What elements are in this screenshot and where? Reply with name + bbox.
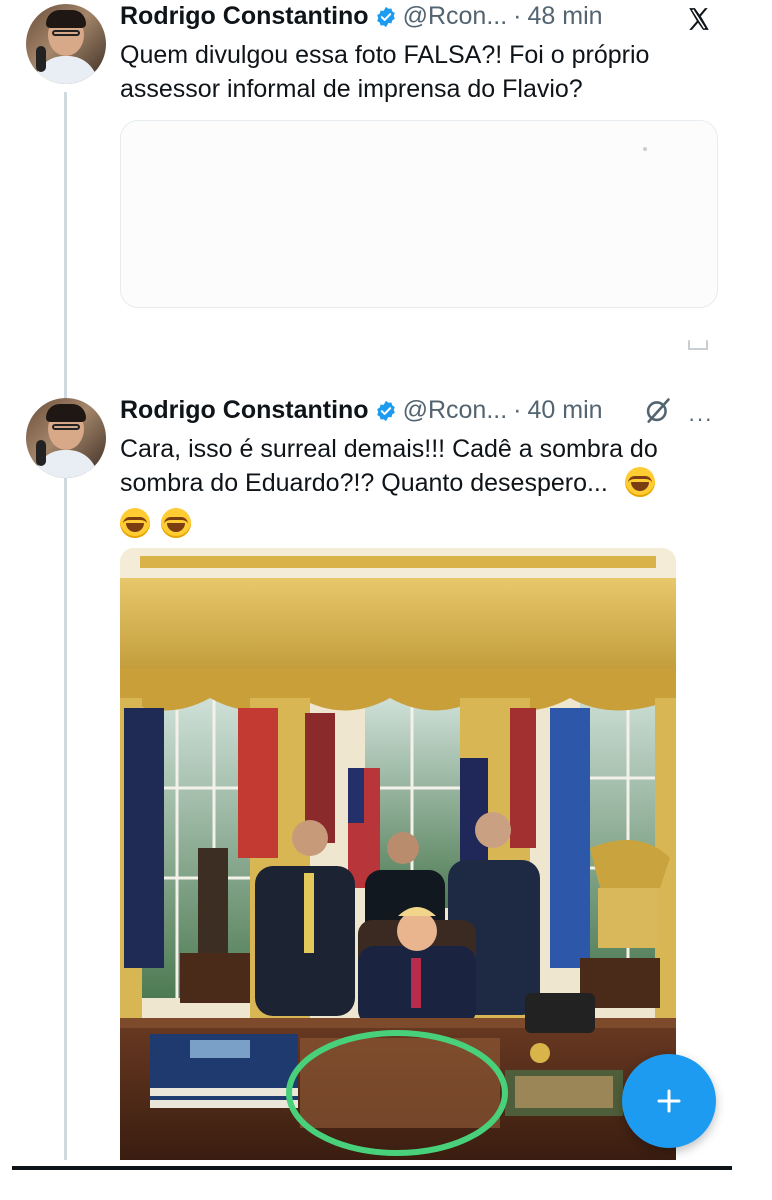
laughing-emoji-icon <box>624 467 655 497</box>
separator-dot: · <box>513 2 522 30</box>
bottom-divider <box>12 1166 732 1170</box>
tweet-time[interactable]: 48 min <box>527 2 602 31</box>
grok-icon[interactable] <box>644 396 672 424</box>
x-logo-icon[interactable] <box>686 6 712 32</box>
separator-dot: · <box>513 396 522 424</box>
laughing-emoji-icon <box>120 508 150 538</box>
laughing-emoji-icon <box>160 508 191 538</box>
tweet-header: Rodrigo Constantino @Rcon... · 48 min <box>120 2 603 31</box>
share-icon[interactable] <box>686 336 710 352</box>
verified-icon <box>376 400 395 421</box>
card-artifact <box>643 147 647 151</box>
author-avatar[interactable] <box>26 398 106 478</box>
author-name[interactable]: Rodrigo Constantino <box>120 2 369 31</box>
tweet-text: Quem divulgou essa foto FALSA?! Foi o pr… <box>120 41 650 103</box>
thread-connector <box>64 92 67 1160</box>
author-handle[interactable]: @Rcon... <box>403 2 508 31</box>
author-handle[interactable]: @Rcon... <box>403 396 508 425</box>
media-card-placeholder[interactable] <box>120 120 718 308</box>
more-icon[interactable]: ··· <box>688 406 713 432</box>
tweet-text: Cara, isso é surreal demais!!! Cadê a so… <box>120 432 710 541</box>
compose-button[interactable] <box>622 1054 716 1148</box>
oval-office-photo <box>120 548 676 1160</box>
verified-icon <box>376 6 395 27</box>
tweet-text-content: Cara, isso é surreal demais!!! Cadê a so… <box>120 435 658 497</box>
author-avatar[interactable] <box>26 4 106 84</box>
plus-icon <box>657 1089 681 1113</box>
tweet-time[interactable]: 40 min <box>527 396 602 425</box>
tweet-header: Rodrigo Constantino @Rcon... · 40 min <box>120 396 603 425</box>
tweet-photo[interactable] <box>120 548 676 1160</box>
author-name[interactable]: Rodrigo Constantino <box>120 396 369 425</box>
